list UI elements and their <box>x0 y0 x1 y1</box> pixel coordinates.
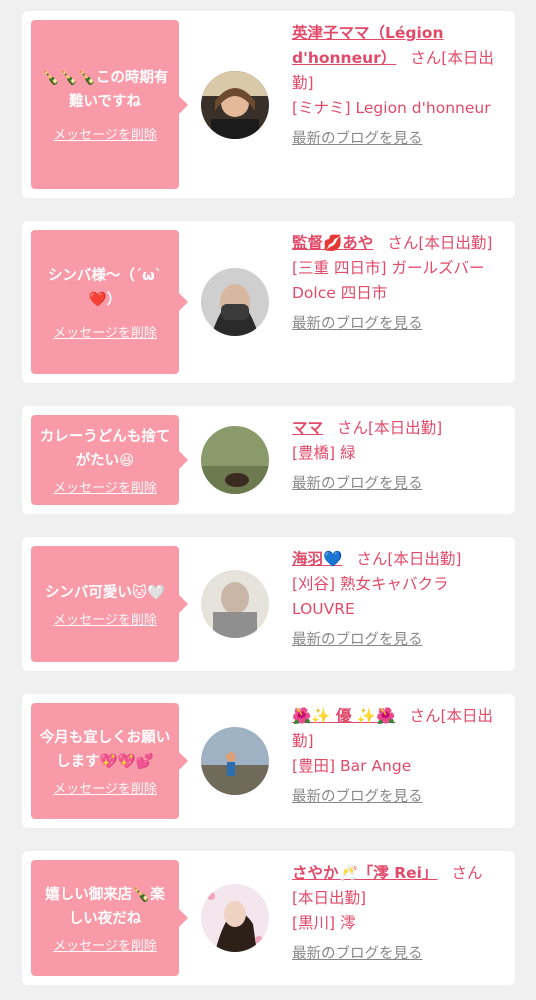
delete-message-link[interactable]: メッセージを削除 <box>53 778 157 797</box>
message-text: シンバ可愛い🐱🤍 <box>44 584 166 601</box>
message-list: 🍾🍾🍾この時期有難いですね メッセージを削除 英津子ママ（Légion d'ho… <box>0 0 536 1000</box>
latest-blog-link[interactable]: 最新のブログを見る <box>292 628 504 649</box>
cast-info: 海羽💙 さん[本日出勤] [刈谷] 熟女キャバクラ LOUVRE 最新のブログを見… <box>292 547 504 649</box>
avatar-photo <box>201 426 269 494</box>
delete-message-link[interactable]: メッセージを削除 <box>53 477 157 496</box>
cast-info: 🌺✨ 優 ✨🌺 さん[本日出勤] [豊田] Bar Ange 最新のブログを見る <box>292 704 504 806</box>
status-label: さん[本日出勤] <box>387 234 493 252</box>
message-card: カレーうどんも捨てがたい😆 メッセージを削除 ママ さん[本日出勤] [豊橋] 緑… <box>22 406 515 514</box>
avatar[interactable] <box>201 570 269 638</box>
shop-label: [刈谷] 熟女キャバクラ LOUVRE <box>292 575 449 618</box>
avatar-photo <box>201 884 269 952</box>
delete-message-link[interactable]: メッセージを削除 <box>53 322 157 341</box>
avatar[interactable] <box>201 268 269 336</box>
message-bubble: シンバ可愛い🐱🤍 メッセージを削除 <box>31 546 188 662</box>
message-text: 今月も宜しくお願いします💖💖💕 <box>39 729 171 770</box>
message-text: カレーうどんも捨てがたい😆 <box>39 428 171 469</box>
cast-info: 監督💋あや さん[本日出勤] [三重 四日市] ガールズバー Dolce 四日市 … <box>292 231 504 333</box>
cast-name-link[interactable]: さやか🥂「澪 Rei」 <box>292 864 437 882</box>
avatar[interactable] <box>201 426 269 494</box>
cast-name-link[interactable]: 監督💋あや <box>292 234 373 252</box>
avatar-photo <box>201 268 269 336</box>
delete-message-link[interactable]: メッセージを削除 <box>53 124 157 143</box>
message-text: 嬉しい御来店🍾楽しい夜だね <box>45 886 165 927</box>
message-card: 嬉しい御来店🍾楽しい夜だね メッセージを削除 さやか🥂「澪 Rei」 さん[本日出… <box>22 851 515 985</box>
message-bubble: シンバ様〜（´ω`❤️） メッセージを削除 <box>31 230 188 374</box>
latest-blog-link[interactable]: 最新のブログを見る <box>292 127 504 148</box>
shop-label: [三重 四日市] ガールズバー Dolce 四日市 <box>292 259 485 302</box>
shop-label: [黒川] 澪 <box>292 914 356 932</box>
message-bubble: カレーうどんも捨てがたい😆 メッセージを削除 <box>31 415 188 505</box>
delete-message-link[interactable]: メッセージを削除 <box>53 609 157 628</box>
cast-name-link[interactable]: 🌺✨ 優 ✨🌺 <box>292 707 396 725</box>
cast-name-link[interactable]: 海羽💙 <box>292 550 342 568</box>
status-label: さん[本日出勤] <box>337 419 443 437</box>
avatar[interactable] <box>201 727 269 795</box>
message-bubble: 🍾🍾🍾この時期有難いですね メッセージを削除 <box>31 20 188 189</box>
message-bubble: 嬉しい御来店🍾楽しい夜だね メッセージを削除 <box>31 860 188 976</box>
cast-name-link[interactable]: ママ <box>292 419 323 437</box>
latest-blog-link[interactable]: 最新のブログを見る <box>292 472 504 493</box>
message-card: 今月も宜しくお願いします💖💖💕 メッセージを削除 🌺✨ 優 ✨🌺 さん[本日出勤]… <box>22 694 515 828</box>
avatar-photo <box>201 570 269 638</box>
avatar-photo <box>201 727 269 795</box>
status-label: さん[本日出勤] <box>356 550 462 568</box>
shop-label: [豊橋] 緑 <box>292 444 356 462</box>
avatar-photo <box>201 71 269 139</box>
delete-message-link[interactable]: メッセージを削除 <box>53 935 157 954</box>
cast-info: ママ さん[本日出勤] [豊橋] 緑 最新のブログを見る <box>292 416 504 493</box>
latest-blog-link[interactable]: 最新のブログを見る <box>292 942 504 963</box>
shop-label: [豊田] Bar Ange <box>292 757 412 775</box>
message-text: シンバ様〜（´ω`❤️） <box>47 267 163 308</box>
latest-blog-link[interactable]: 最新のブログを見る <box>292 312 504 333</box>
avatar[interactable] <box>201 884 269 952</box>
message-bubble: 今月も宜しくお願いします💖💖💕 メッセージを削除 <box>31 703 188 819</box>
message-card: シンバ様〜（´ω`❤️） メッセージを削除 監督💋あや さん[本日出勤] [三重 … <box>22 221 515 383</box>
message-text: 🍾🍾🍾この時期有難いですね <box>41 70 169 110</box>
message-card: 🍾🍾🍾この時期有難いですね メッセージを削除 英津子ママ（Légion d'ho… <box>22 11 515 198</box>
message-card: シンバ可愛い🐱🤍 メッセージを削除 海羽💙 さん[本日出勤] [刈谷] 熟女キャバ… <box>22 537 515 671</box>
cast-info: さやか🥂「澪 Rei」 さん[本日出勤] [黒川] 澪 最新のブログを見る <box>292 861 504 963</box>
shop-label: [ミナミ] Legion d'honneur <box>292 99 491 117</box>
avatar[interactable] <box>201 71 269 139</box>
cast-info: 英津子ママ（Légion d'honneur） さん[本日出勤] [ミナミ] Le… <box>292 21 504 148</box>
latest-blog-link[interactable]: 最新のブログを見る <box>292 785 504 806</box>
